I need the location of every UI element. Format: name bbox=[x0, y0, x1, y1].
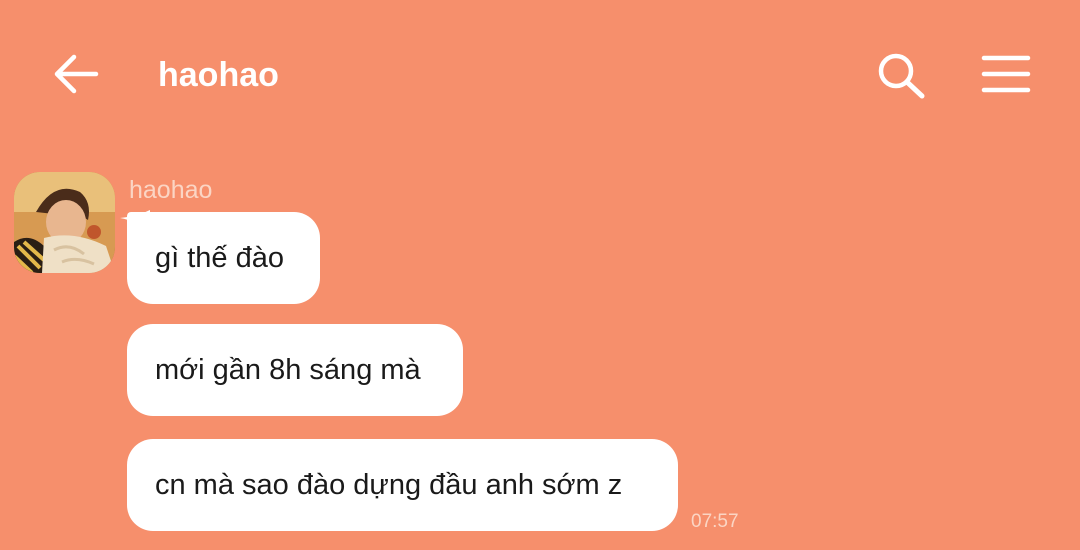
message-text: mới gần 8h sáng mà bbox=[155, 353, 421, 386]
arrow-left-icon bbox=[54, 54, 99, 94]
message-bubble[interactable]: gì thế đào bbox=[127, 212, 320, 304]
message-bubble[interactable]: mới gần 8h sáng mà bbox=[127, 324, 463, 416]
message-text: gì thế đào bbox=[155, 241, 284, 274]
message-timestamp: 07:57 bbox=[691, 511, 739, 532]
avatar[interactable] bbox=[14, 172, 115, 273]
sender-name: haohao bbox=[129, 176, 213, 204]
hamburger-menu-icon bbox=[981, 55, 1031, 93]
menu-button[interactable] bbox=[980, 52, 1032, 96]
message-bubble[interactable]: cn mà sao đào dựng đầu anh sớm z bbox=[127, 439, 678, 531]
search-icon bbox=[878, 53, 925, 99]
message-text: cn mà sao đào dựng đầu anh sớm z bbox=[155, 468, 623, 501]
chat-title: haohao bbox=[158, 56, 279, 94]
chat-header: haohao bbox=[0, 0, 1080, 150]
back-button[interactable] bbox=[50, 50, 102, 98]
avatar-photo bbox=[14, 172, 115, 273]
search-button[interactable] bbox=[874, 50, 928, 100]
